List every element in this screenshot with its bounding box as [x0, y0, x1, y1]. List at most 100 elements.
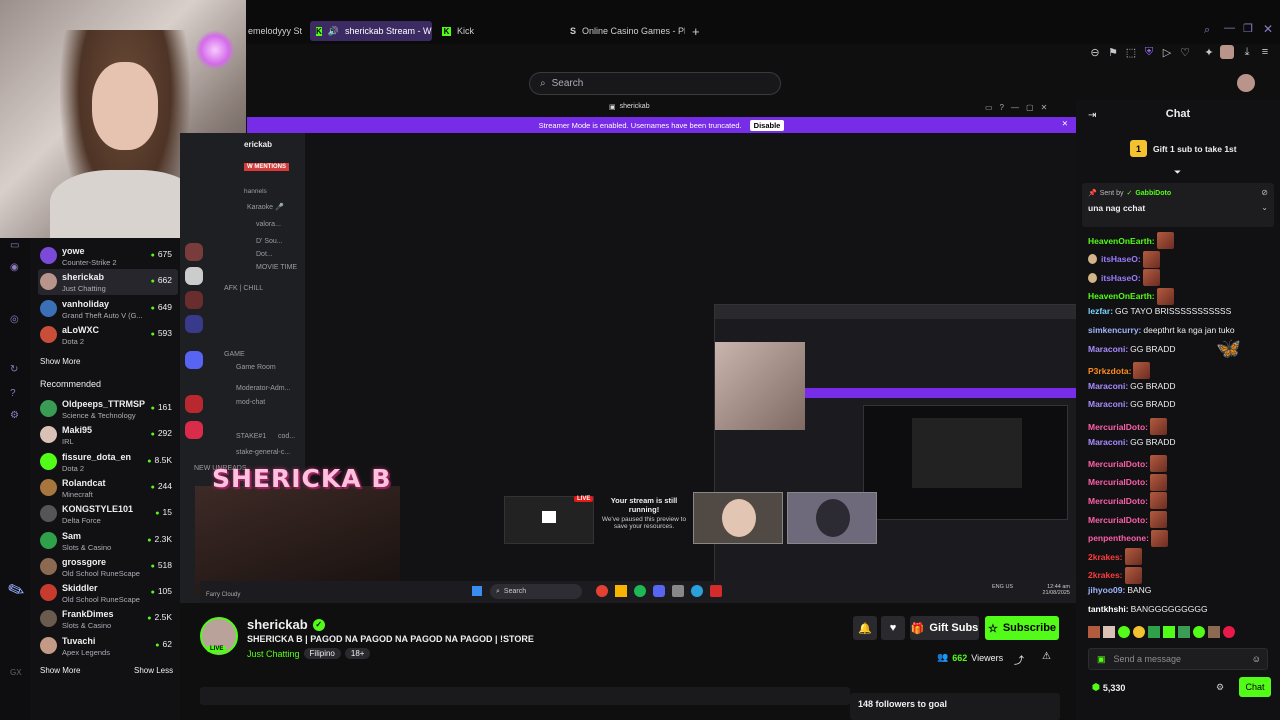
emote-icon[interactable] — [1148, 626, 1160, 638]
gift-subs-button[interactable]: 🎁 Gift Subs — [910, 616, 979, 640]
compass-icon[interactable]: ◎ — [10, 314, 22, 326]
follow-heart-button[interactable]: ♥ — [881, 616, 905, 640]
gx-icon[interactable]: GX — [10, 668, 22, 680]
play-icon[interactable]: ▷ — [1160, 45, 1174, 59]
discord-channel[interactable]: cod... — [278, 433, 295, 440]
preview-cam-2[interactable] — [787, 492, 877, 544]
discord-channel[interactable]: STAKE#1 — [236, 433, 266, 440]
show-more-button[interactable]: Show More — [40, 357, 80, 366]
notification-bell-button[interactable]: 🔔 — [853, 616, 877, 640]
tag-18plus[interactable]: 18+ — [344, 648, 371, 659]
chat-message[interactable]: Maraconi: GG BRADD — [1088, 399, 1176, 409]
discord-channel[interactable]: Moderator-Adm... — [236, 385, 290, 392]
emote-icon[interactable] — [1133, 626, 1145, 638]
sidebar-channel-vanholiday[interactable]: vanholidayGrand Theft Auto V (G... 649 — [38, 296, 178, 322]
chat-message[interactable]: MercurialDoto: — [1088, 492, 1167, 510]
chat-username[interactable]: MercurialDoto: — [1088, 477, 1148, 487]
taskbar-search[interactable]: ⌕ Search — [490, 584, 582, 599]
discord-channel[interactable]: stake-general-c... — [236, 449, 290, 456]
chat-username[interactable]: itsHaseO: — [1101, 254, 1141, 264]
server-icon[interactable] — [185, 351, 203, 369]
sidebar-channel-frankdimes[interactable]: FrankDimesSlots & Casino 2.5K — [38, 606, 178, 632]
sidebar-channel-yowe[interactable]: yowe Counter-Strike 2 675 — [38, 243, 178, 269]
disable-button[interactable]: Disable — [749, 119, 785, 131]
close-banner-icon[interactable]: ✕ — [1062, 119, 1068, 128]
app-icon[interactable] — [672, 585, 684, 597]
sidebar-channel-rolandcat[interactable]: RolandcatMinecraft 244 — [38, 475, 178, 501]
preview-thumb[interactable] — [504, 496, 594, 544]
chat-message[interactable]: itsHaseO: — [1088, 250, 1160, 268]
shield-icon[interactable]: ⛨ — [1142, 45, 1156, 59]
discord-taskbar-icon[interactable] — [653, 585, 665, 597]
close-icon[interactable]: ✕ — [1263, 22, 1273, 36]
chat-message[interactable]: 2krakes: — [1088, 566, 1142, 584]
sidebar-channel-maki95[interactable]: Maki95IRL 292 — [38, 422, 178, 448]
sidebar-channel-tuvachi[interactable]: TuvachiApex Legends 62 — [38, 633, 178, 659]
sidebar-channel-fissure-dota-en[interactable]: fissure_dota_enDota 2 8.5K — [38, 449, 178, 475]
tag-filipino[interactable]: Filipino — [303, 648, 341, 659]
sidebar-channel-sam[interactable]: SamSlots & Casino 2.3K — [38, 528, 178, 554]
server-icon[interactable] — [185, 315, 203, 333]
download-icon[interactable]: ⤓ — [1240, 45, 1254, 59]
emote-icon[interactable] — [1208, 626, 1220, 638]
tab-emelodyyy[interactable]: emelodyyy St — [248, 21, 304, 41]
user-avatar[interactable] — [1237, 74, 1255, 92]
chat-username[interactable]: tantkhshi: — [1088, 604, 1129, 614]
emote-icon[interactable] — [1193, 626, 1205, 638]
expand-icon[interactable]: ⌄ — [1261, 203, 1268, 212]
history-icon[interactable]: ↻ — [10, 364, 22, 376]
sidebar-channel-alowxc[interactable]: aLoWXCDota 2 593 — [38, 322, 178, 348]
chat-username[interactable]: 2krakes: — [1088, 570, 1123, 580]
chat-username[interactable]: MercurialDoto: — [1088, 515, 1148, 525]
chat-message[interactable]: MercurialDoto: — [1088, 473, 1167, 491]
maximize-icon[interactable]: ❐ — [1243, 22, 1253, 35]
chat-message[interactable]: HeavenOnEarth: — [1088, 287, 1174, 305]
server-icon[interactable] — [185, 421, 203, 439]
chat-username[interactable]: Maraconi: — [1088, 381, 1128, 391]
server-icon[interactable] — [185, 267, 203, 285]
report-icon[interactable]: ⚠ — [1042, 651, 1051, 662]
tab-sherickab-stream[interactable]: K 🔊 sherickab Stream - W — [310, 21, 432, 41]
bookmark-icon[interactable]: ⚑ — [1106, 45, 1120, 59]
filter-icon[interactable]: ⏷ — [1174, 167, 1181, 178]
chat-message[interactable]: MercurialDoto: — [1088, 511, 1167, 528]
chat-message[interactable]: Maraconi: GG BRADD — [1088, 437, 1176, 447]
emote-icon[interactable] — [1118, 626, 1130, 638]
chat-username[interactable]: MercurialDoto: — [1088, 459, 1148, 469]
server-icon[interactable] — [185, 291, 203, 309]
windows-start-icon[interactable] — [472, 586, 482, 596]
tab-online-casino[interactable]: S Online Casino Games - Pl — [570, 21, 685, 41]
emote-icon[interactable] — [1088, 626, 1100, 638]
chat-message[interactable]: MercurialDoto: — [1088, 455, 1167, 473]
spotify-icon[interactable] — [634, 585, 646, 597]
show-more-button-2[interactable]: Show More — [40, 666, 80, 675]
discord-channel[interactable]: D' Sou... — [256, 238, 283, 245]
chat-message[interactable]: simkencurry: deepthrt ka nga jan tuko — [1088, 325, 1235, 335]
discord-channel[interactable]: MOVIE TIME — [256, 264, 297, 271]
chat-message[interactable]: tantkhshi: BANGGGGGGGGG — [1088, 604, 1208, 614]
chat-username[interactable]: jihyoo09: — [1088, 585, 1125, 595]
discord-channel[interactable]: Karaoke 🎤 — [247, 203, 284, 211]
chat-message[interactable]: Maraconi: GG BRADD — [1088, 344, 1176, 354]
app-icon[interactable] — [615, 585, 627, 597]
chat-username[interactable]: Maraconi: — [1088, 399, 1128, 409]
chat-input[interactable]: ▣ Send a message ☺ — [1088, 648, 1268, 670]
chat-message[interactable]: penpentheone: — [1088, 529, 1168, 547]
chat-message[interactable]: 2krakes: — [1088, 548, 1142, 566]
chat-username[interactable]: Maraconi: — [1088, 437, 1128, 447]
telegram-icon[interactable] — [691, 585, 703, 597]
menu-icon[interactable]: ≡ — [1258, 45, 1272, 59]
search-icon[interactable]: ⌕ — [1204, 24, 1210, 37]
chat-icon[interactable]: ▭ — [10, 240, 22, 252]
server-icon[interactable] — [185, 243, 203, 261]
profile-avatar[interactable] — [1220, 45, 1234, 59]
preview-cam-1[interactable] — [693, 492, 783, 544]
discord-channel[interactable]: Dot... — [256, 251, 273, 258]
sidebar-channel-skiddler[interactable]: SkiddlerOld School RuneScape 105 — [38, 580, 178, 606]
search-input[interactable]: ⌕ Search — [529, 72, 781, 95]
discord-channel[interactable]: valora... — [256, 221, 281, 228]
chat-message[interactable]: P3rkzdota: — [1088, 362, 1151, 380]
discord-channel[interactable]: mod-chat — [236, 399, 265, 406]
chat-message[interactable]: HeavenOnEarth: — [1088, 232, 1174, 249]
show-less-button[interactable]: Show Less — [134, 666, 173, 675]
